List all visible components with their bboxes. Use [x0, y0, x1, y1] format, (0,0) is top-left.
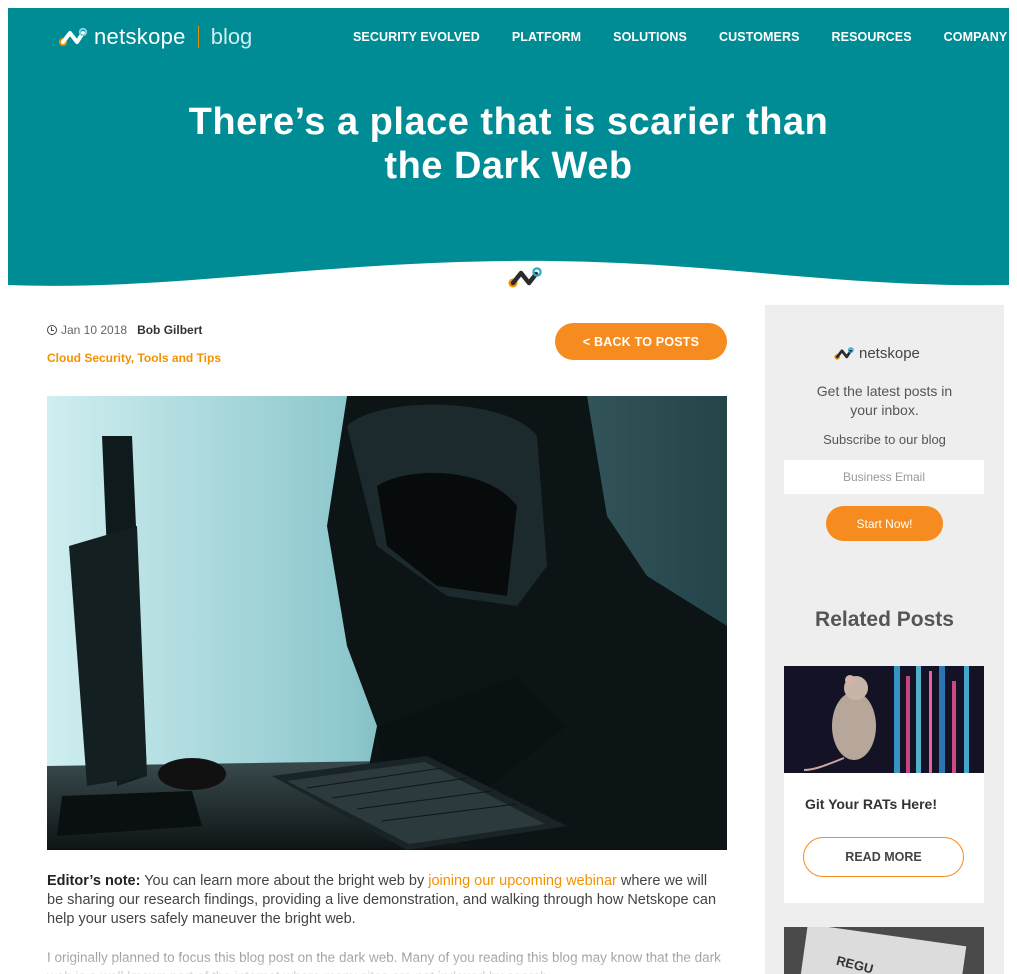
related-posts-heading: Related Posts: [815, 608, 954, 631]
nav-solutions[interactable]: SOLUTIONS: [613, 30, 687, 44]
newsletter-headline-text: Get the latest posts in your inbox.: [816, 383, 953, 418]
read-more-button[interactable]: READ MORE: [803, 837, 964, 877]
netskope-logo-icon: [834, 347, 854, 360]
clock-icon: [47, 325, 57, 335]
subscribe-label: Subscribe to our blog: [823, 432, 946, 447]
related-post-image: [784, 666, 984, 773]
page-title-line-1: There’s a place that is scarier than: [188, 101, 829, 143]
brand-name: netskope: [94, 24, 186, 49]
editors-note: Editor’s note: You can learn more about …: [47, 872, 727, 929]
editors-note-label: Editor’s note:: [47, 873, 141, 889]
netskope-logo-icon: [59, 27, 88, 46]
related-post-card-2[interactable]: REGU: [784, 927, 984, 974]
back-to-posts-button[interactable]: < BACK TO POSTS: [555, 323, 727, 360]
sidebar-brand: netskope: [859, 345, 920, 362]
nav-resources[interactable]: RESOURCES: [832, 30, 912, 44]
related-post-title[interactable]: Git Your RATs Here!: [805, 796, 937, 812]
hero-header: netskope blog SECURITY EVOLVED PLATFORM …: [8, 8, 1009, 293]
webinar-link[interactable]: joining our upcoming webinar: [428, 873, 617, 889]
post-meta: Jan 10 2018 Bob Gilbert: [47, 323, 202, 337]
page-title-line-2: the Dark Web: [384, 145, 633, 188]
post-featured-image: [47, 396, 727, 850]
post-date: Jan 10 2018: [61, 323, 128, 337]
related-post-card[interactable]: Git Your RATs Here! READ MORE: [784, 666, 984, 903]
logo-divider: [197, 26, 199, 48]
site-logo[interactable]: netskope blog: [58, 24, 252, 50]
nav-platform[interactable]: PLATFORM: [512, 30, 581, 44]
nav-security-evolved[interactable]: SECURITY EVOLVED: [353, 30, 480, 44]
sidebar-logo: netskope: [833, 345, 920, 362]
main-nav: SECURITY EVOLVED PLATFORM SOLUTIONS CUST…: [353, 30, 1007, 44]
netskope-mark-icon: [508, 267, 542, 288]
post-body-paragraph: I originally planned to focus this blog …: [47, 950, 721, 974]
page-title: There’s a place that is scarier than the…: [8, 100, 1009, 189]
post-categories[interactable]: Cloud Security, Tools and Tips: [47, 351, 221, 365]
nav-company[interactable]: COMPANY: [944, 30, 1008, 44]
editors-note-text-1: You can learn more about the bright web …: [140, 873, 429, 889]
email-field[interactable]: [784, 460, 984, 494]
newsletter-headline: Get the latest posts in your inbox.: [765, 382, 1004, 420]
sidebar: netskope Get the latest posts in your in…: [765, 305, 1004, 974]
nav-customers[interactable]: CUSTOMERS: [719, 30, 800, 44]
post-author[interactable]: Bob Gilbert: [137, 323, 202, 337]
start-now-button[interactable]: Start Now!: [826, 506, 943, 541]
section-name: blog: [210, 24, 253, 49]
